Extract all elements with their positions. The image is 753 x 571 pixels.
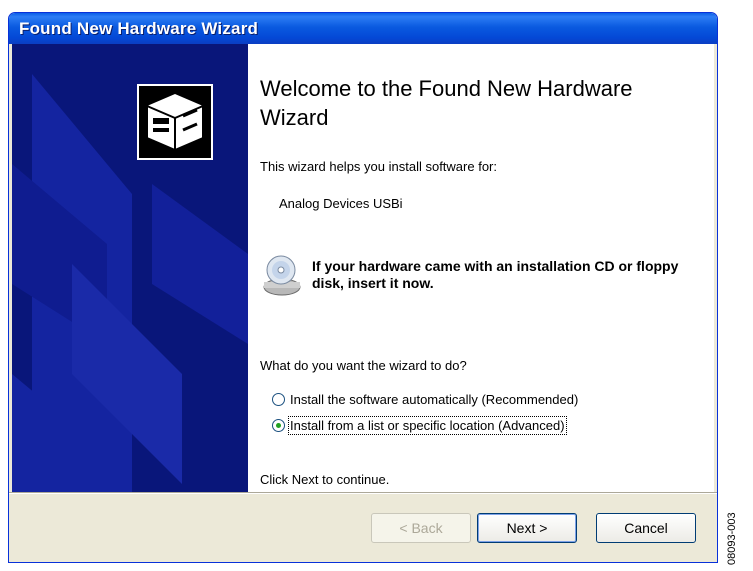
wizard-content: Welcome to the Found New Hardware Wizard… (248, 44, 714, 492)
hardware-box-icon (137, 84, 213, 160)
option-label: Install from a list or specific location… (288, 416, 567, 435)
option-install-automatically[interactable]: Install the software automatically (Reco… (272, 392, 578, 407)
cd-disk-icon (262, 254, 302, 298)
continue-text: Click Next to continue. (260, 472, 390, 487)
device-name: Analog Devices USBi (279, 196, 403, 211)
back-button[interactable]: < Back (371, 513, 471, 543)
question-text: What do you want the wizard to do? (260, 358, 467, 373)
intro-text: This wizard helps you install software f… (260, 159, 497, 174)
next-button[interactable]: Next > (477, 513, 577, 543)
window-title: Found New Hardware Wizard (19, 19, 259, 38)
figure-code: 08093-003 (726, 512, 738, 565)
option-install-from-list[interactable]: Install from a list or specific location… (272, 416, 567, 435)
cancel-button[interactable]: Cancel (596, 513, 696, 543)
title-bar[interactable]: Found New Hardware Wizard (9, 13, 717, 44)
wizard-window: Found New Hardware Wizard Welcome to the… (8, 12, 718, 563)
option-label: Install the software automatically (Reco… (290, 392, 579, 407)
cd-message: If your hardware came with an installati… (312, 258, 679, 291)
radio-automatic[interactable] (272, 393, 285, 406)
wizard-sidebar (12, 44, 248, 492)
page-title: Welcome to the Found New Hardware Wizard (260, 76, 633, 130)
button-separator (9, 492, 717, 494)
radio-from-list[interactable] (272, 419, 285, 432)
